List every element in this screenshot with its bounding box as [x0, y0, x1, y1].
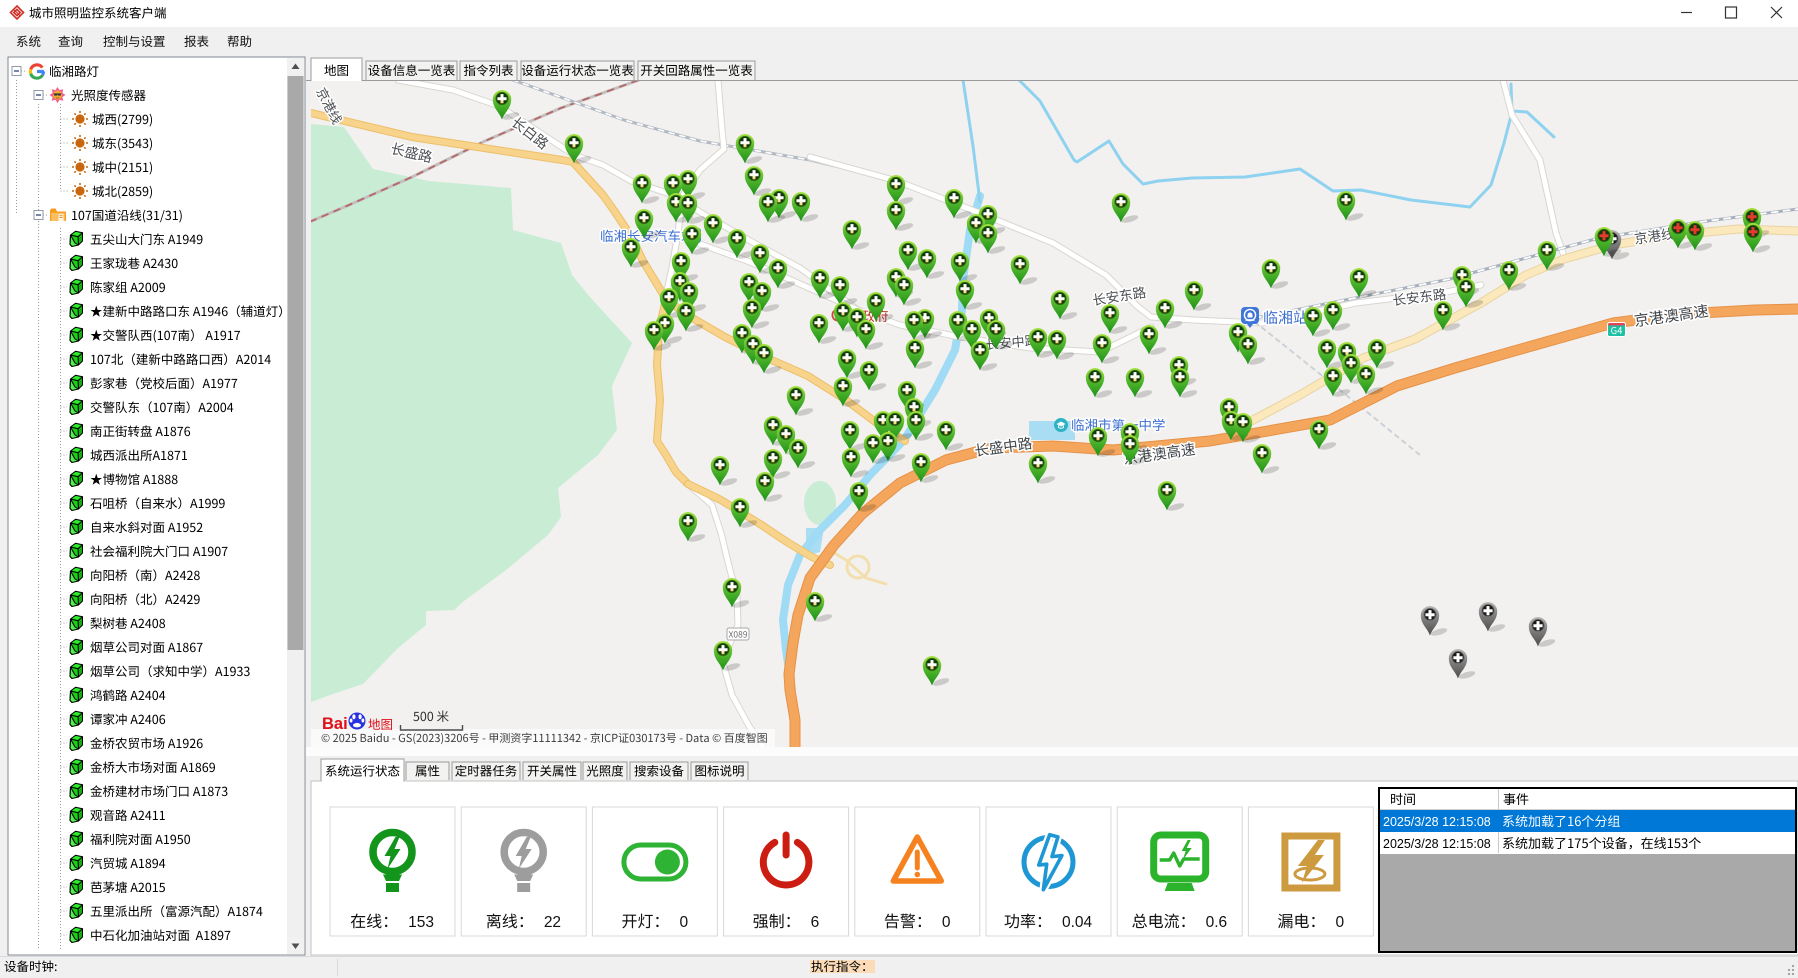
svg-text:Bai: Bai [322, 715, 348, 733]
svg-text:0.04: 0.04 [1062, 914, 1093, 931]
svg-text:0: 0 [1335, 914, 1344, 931]
svg-text:0.6: 0.6 [1206, 914, 1228, 931]
svg-text:2025/3/28 12:15:08: 2025/3/28 12:15:08 [1383, 815, 1491, 829]
svg-text:22: 22 [544, 914, 561, 931]
svg-text:0: 0 [679, 914, 688, 931]
svg-text:153: 153 [408, 914, 434, 931]
svg-text:6: 6 [811, 914, 820, 931]
svg-text:0: 0 [942, 914, 951, 931]
svg-text:2025/3/28 12:15:08: 2025/3/28 12:15:08 [1383, 837, 1491, 851]
